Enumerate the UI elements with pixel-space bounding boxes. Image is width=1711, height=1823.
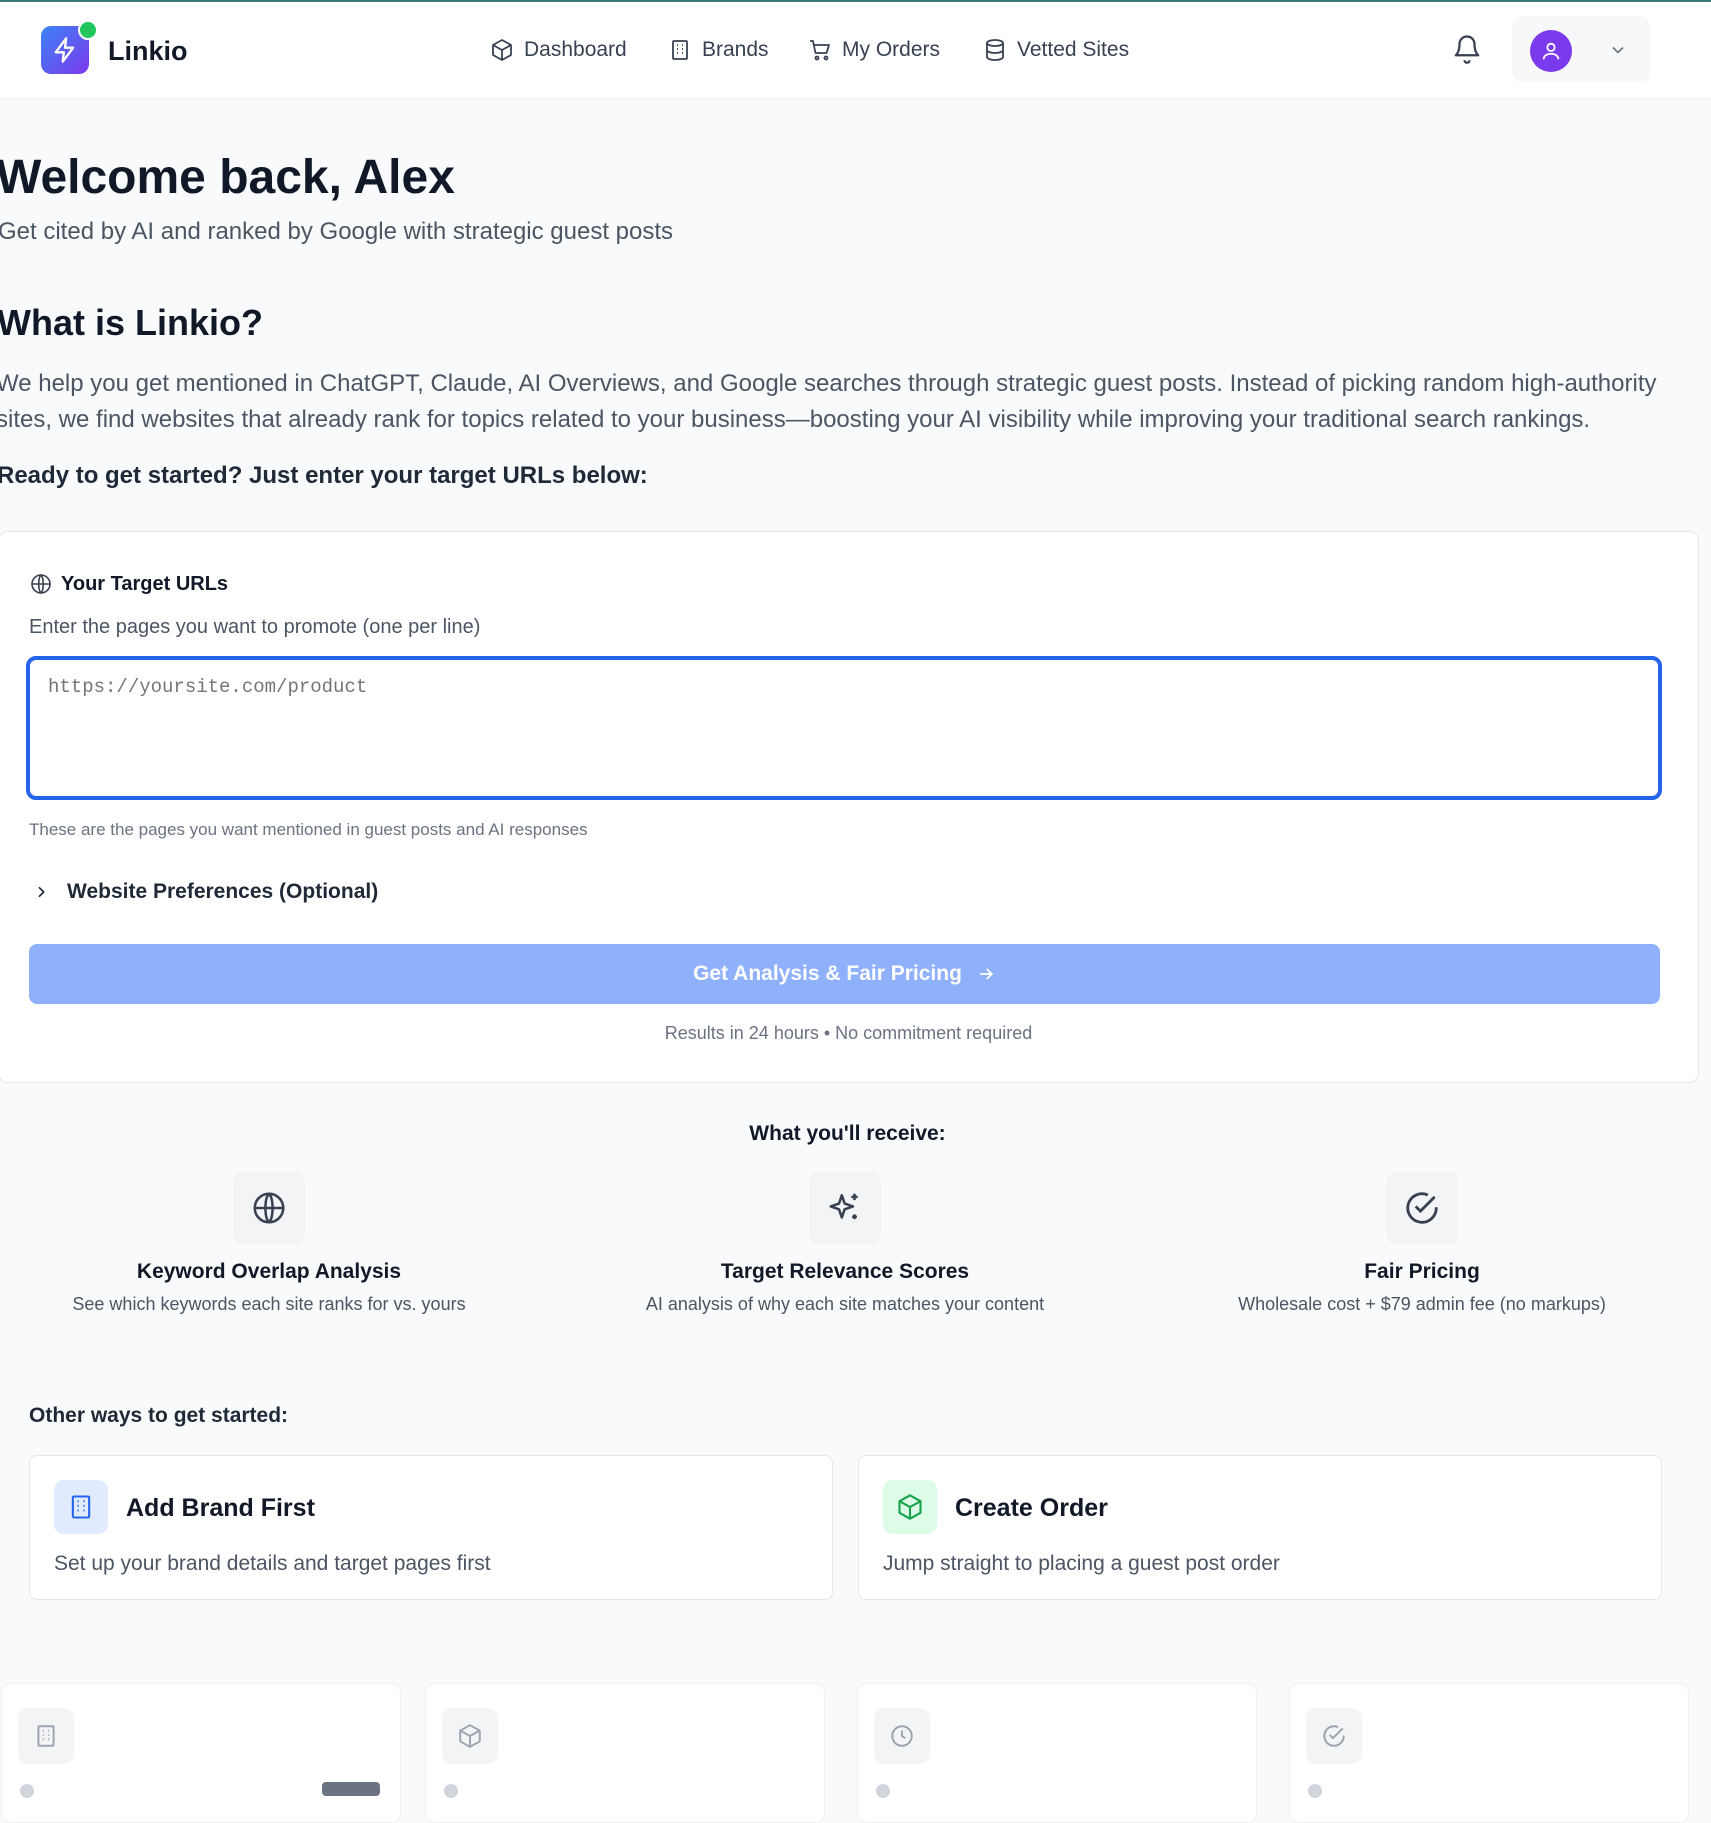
feature-icon-box [233,1172,305,1244]
nav-my-orders-label: My Orders [842,38,941,61]
nav-dashboard[interactable]: Dashboard [490,38,627,62]
target-urls-card: Your Target URLs Enter the pages you wan… [0,531,1699,1083]
feature-fair-pricing: Fair Pricing Wholesale cost + $79 admin … [1162,1172,1682,1315]
stat-card-orders [425,1683,825,1823]
target-urls-title: Your Target URLs [29,572,228,596]
loading-placeholder [20,1784,34,1798]
clock-icon [891,1725,913,1747]
status-dot [78,20,98,40]
stat-icon-box [442,1708,498,1764]
stat-icon-box [874,1708,930,1764]
nav-vetted-sites-label: Vetted Sites [1017,38,1130,61]
package-icon [492,39,512,61]
database-icon [986,39,1004,61]
page-subtitle: Get cited by AI and ranked by Google wit… [0,218,674,245]
stat-icon-box [18,1708,74,1764]
results-note: Results in 24 hours • No commitment requ… [664,1023,1033,1043]
intro-heading: What is Linkio? [0,302,263,343]
cart-icon [810,40,830,61]
sparkles-icon [829,1193,858,1220]
stat-card-brands [1,1683,401,1823]
option-icon-box [54,1480,108,1534]
nav-brands[interactable]: Brands [668,38,769,62]
stat-card-pending [857,1683,1257,1823]
loading-placeholder-bar [322,1782,380,1796]
receive-heading: What you'll receive: [749,1122,946,1145]
check-circle-icon [1406,1192,1438,1224]
loading-placeholder [876,1784,890,1798]
nav-brands-label: Brands [702,38,769,61]
create-order-card[interactable]: Create Order Jump straight to placing a … [858,1455,1662,1600]
option-description: Jump straight to placing a guest post or… [883,1552,1280,1575]
bell-icon[interactable] [1452,34,1482,64]
website-preferences-label: Website Preferences (Optional) [67,880,379,903]
feature-title: Fair Pricing [1364,1260,1480,1283]
feature-target-relevance: Target Relevance Scores AI analysis of w… [585,1172,1105,1315]
target-urls-input[interactable] [26,656,1662,800]
feature-title: Target Relevance Scores [720,1260,970,1283]
lightning-icon [54,37,75,63]
option-title: Create Order [955,1494,1108,1522]
feature-description: See which keywords each site ranks for v… [72,1294,466,1314]
website-preferences-toggle[interactable]: Website Preferences (Optional) [33,880,378,904]
feature-icon-box [1386,1172,1458,1244]
feature-description: AI analysis of why each site matches you… [645,1294,1045,1314]
avatar [1530,30,1572,72]
arrow-right-icon [980,968,994,980]
nav-dashboard-label: Dashboard [524,38,627,61]
building-icon [71,1495,91,1519]
app-name: Linkio [108,36,188,66]
ready-prompt: Ready to get started? Just enter your ta… [0,462,648,489]
package-icon [459,1724,481,1748]
option-description: Set up your brand details and target pag… [54,1552,491,1575]
add-brand-first-card[interactable]: Add Brand First Set up your brand detail… [29,1455,833,1600]
get-analysis-label: Get Analysis & Fair Pricing [693,962,962,985]
chevron-right-icon [38,886,45,898]
stat-icon-box [1306,1708,1362,1764]
intro-body: We help you get mentioned in ChatGPT, Cl… [0,370,1657,433]
feature-description: Wholesale cost + $79 admin fee (no marku… [1238,1294,1606,1314]
globe-icon [253,1192,285,1224]
option-title: Add Brand First [126,1494,315,1522]
stat-card-completed [1289,1683,1689,1823]
user-menu-button[interactable] [1512,16,1650,82]
nav-vetted-sites[interactable]: Vetted Sites [983,38,1129,62]
target-urls-title-label: Your Target URLs [61,572,229,595]
top-navbar: Linkio Dashboard Brands My Orders Vetted… [0,2,1711,99]
feature-keyword-overlap: Keyword Overlap Analysis See which keywo… [9,1172,529,1315]
chevron-down-icon [1612,46,1624,54]
option-icon-box [883,1480,937,1534]
page-title: Welcome back, Alex [0,151,455,204]
target-urls-description: Enter the pages you want to promote (one… [29,616,481,638]
user-icon [1542,42,1560,60]
globe-icon [31,574,51,594]
other-ways-heading: Other ways to get started: [29,1404,289,1427]
nav-my-orders[interactable]: My Orders [808,38,940,62]
feature-title: Keyword Overlap Analysis [136,1260,402,1283]
get-analysis-button[interactable]: Get Analysis & Fair Pricing [29,944,1660,1004]
target-urls-help: These are the pages you want mentioned i… [29,820,588,839]
check-circle-icon [1323,1725,1345,1747]
package-icon [898,1494,922,1520]
loading-placeholder [1308,1784,1322,1798]
building-icon [37,1725,55,1747]
building-icon [672,40,688,60]
feature-icon-box [809,1172,881,1244]
loading-placeholder [444,1784,458,1798]
